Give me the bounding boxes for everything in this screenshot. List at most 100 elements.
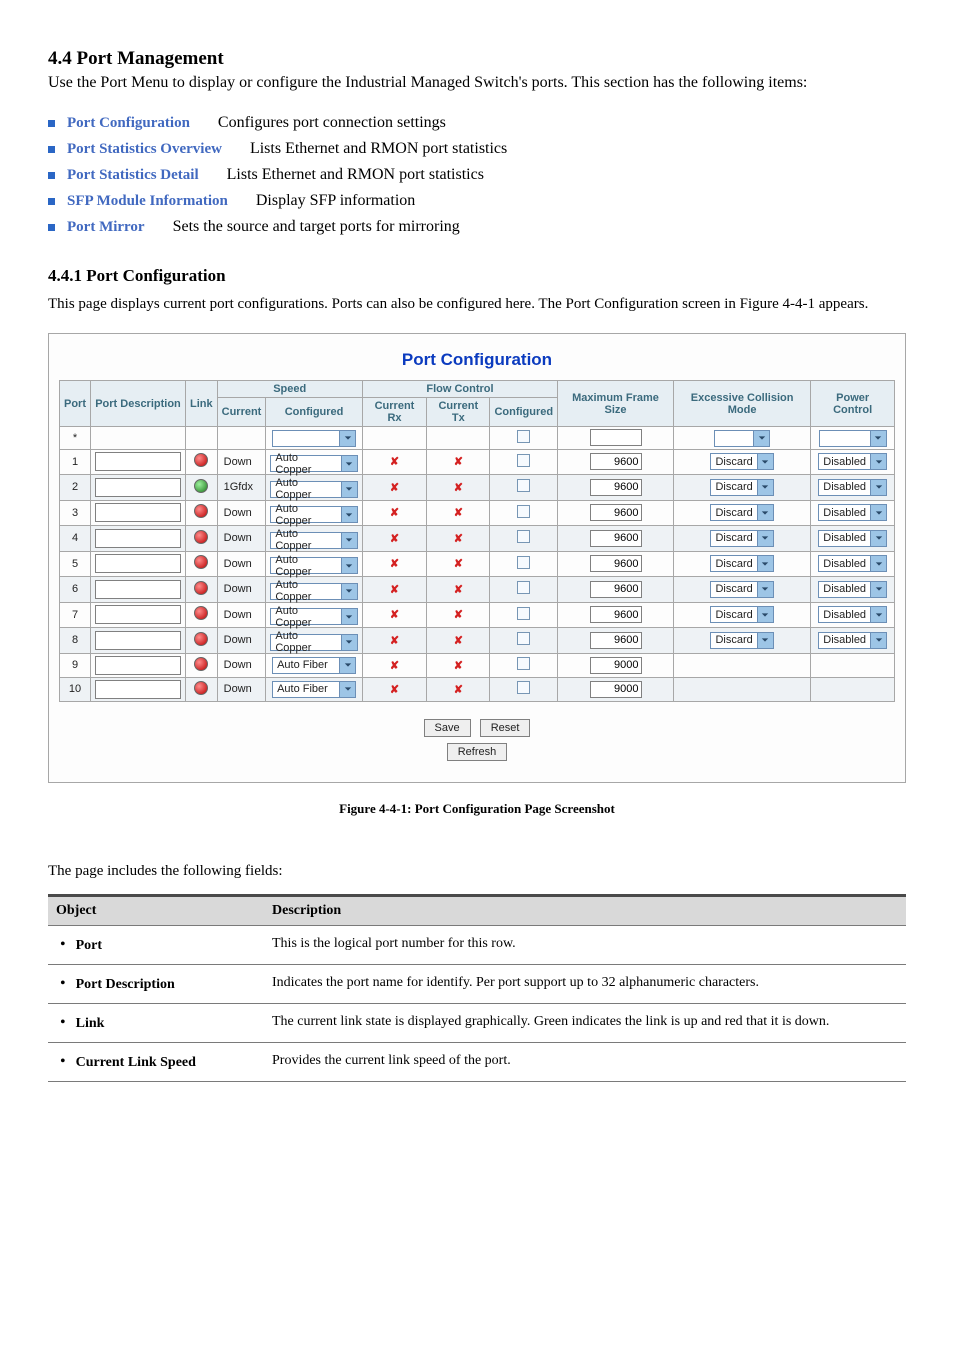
x-icon: ✘: [454, 584, 463, 596]
port-desc-input[interactable]: [95, 503, 181, 522]
select[interactable]: Disabled: [818, 555, 887, 572]
link-status-icon: [194, 632, 208, 646]
chevron-down-icon: [341, 506, 358, 523]
curr-speed: Down: [217, 526, 266, 552]
th-flow: Flow Control: [362, 381, 557, 398]
frame-size-input[interactable]: [590, 453, 642, 470]
checkbox[interactable]: [517, 657, 530, 670]
select[interactable]: Auto Copper: [270, 608, 357, 625]
nav-link[interactable]: Port Statistics Detail: [67, 167, 199, 184]
link-status-icon: [194, 681, 208, 695]
table-row: 7 Down Auto Copper ✘ ✘ Discard Disabled: [60, 602, 895, 628]
bullet-icon: [48, 120, 55, 127]
chevron-down-icon: [341, 557, 358, 574]
checkbox[interactable]: [517, 632, 530, 645]
reset-button[interactable]: Reset: [480, 719, 531, 737]
checkbox[interactable]: [517, 430, 530, 443]
chevron-down-icon: [339, 430, 356, 447]
frame-size-input[interactable]: [590, 606, 642, 623]
frame-size-input[interactable]: [590, 632, 642, 649]
checkbox[interactable]: [517, 479, 530, 492]
chevron-down-icon: [757, 555, 774, 572]
port-desc-input[interactable]: [95, 631, 181, 650]
port-desc-input[interactable]: [95, 478, 181, 497]
port-cell: 1: [60, 449, 91, 475]
object-desc: The current link state is displayed grap…: [264, 1003, 906, 1042]
select[interactable]: Auto Fiber: [272, 681, 356, 698]
port-desc-input[interactable]: [95, 605, 181, 624]
checkbox[interactable]: [517, 607, 530, 620]
select[interactable]: Discard: [710, 632, 773, 649]
select[interactable]: Disabled: [818, 581, 887, 598]
frame-size-input[interactable]: [590, 530, 642, 547]
port-desc-input[interactable]: [95, 680, 181, 699]
select[interactable]: Disabled: [818, 530, 887, 547]
port-cell: 3: [60, 500, 91, 526]
select[interactable]: Disabled: [818, 453, 887, 470]
select[interactable]: Disabled: [818, 606, 887, 623]
x-icon: ✘: [390, 609, 399, 621]
checkbox[interactable]: [517, 530, 530, 543]
th-object: Object: [48, 895, 264, 925]
select[interactable]: [272, 430, 356, 447]
select[interactable]: Disabled: [818, 504, 887, 521]
frame-size-input[interactable]: [590, 555, 642, 572]
select[interactable]: Discard: [710, 479, 773, 496]
frame-size-input[interactable]: [590, 479, 642, 496]
select[interactable]: Auto Copper: [270, 583, 357, 600]
link-status-icon: [194, 581, 208, 595]
frame-size-input[interactable]: [590, 504, 642, 521]
select[interactable]: Auto Copper: [270, 634, 357, 651]
select[interactable]: Disabled: [818, 479, 887, 496]
frame-size-input[interactable]: [590, 657, 642, 674]
select[interactable]: Auto Copper: [270, 557, 357, 574]
nav-link[interactable]: Port Statistics Overview: [67, 141, 222, 158]
port-desc-input[interactable]: [95, 452, 181, 471]
refresh-button[interactable]: Refresh: [447, 743, 508, 761]
select[interactable]: Auto Copper: [270, 481, 357, 498]
select[interactable]: Discard: [710, 606, 773, 623]
curr-speed: Down: [217, 500, 266, 526]
chevron-down-icon: [341, 608, 358, 625]
checkbox[interactable]: [517, 581, 530, 594]
nav-link[interactable]: SFP Module Information: [67, 193, 228, 210]
nav-link[interactable]: Port Mirror: [67, 219, 145, 236]
table-row: 2 1Gfdx Auto Copper ✘ ✘ Discard Disabled: [60, 475, 895, 501]
port-desc-input[interactable]: [95, 529, 181, 548]
x-icon: ✘: [454, 684, 463, 696]
link-status-icon: [194, 504, 208, 518]
select[interactable]: Discard: [710, 581, 773, 598]
nav-link-desc: Display SFP information: [256, 192, 906, 210]
nav-link[interactable]: Port Configuration: [67, 115, 190, 132]
port-cell: 7: [60, 602, 91, 628]
checkbox[interactable]: [517, 454, 530, 467]
chevron-down-icon: [870, 453, 887, 470]
select[interactable]: Discard: [710, 504, 773, 521]
chevron-down-icon: [757, 606, 774, 623]
checkbox[interactable]: [517, 556, 530, 569]
select[interactable]: Discard: [710, 453, 773, 470]
x-icon: ✘: [390, 660, 399, 672]
checkbox[interactable]: [517, 505, 530, 518]
select[interactable]: Auto Copper: [270, 455, 357, 472]
select[interactable]: Disabled: [818, 632, 887, 649]
port-desc-input[interactable]: [95, 580, 181, 599]
select[interactable]: [819, 430, 887, 447]
select[interactable]: Auto Copper: [270, 532, 357, 549]
chevron-down-icon: [757, 581, 774, 598]
save-button[interactable]: Save: [424, 719, 471, 737]
nav-link-desc: Lists Ethernet and RMON port statistics: [250, 140, 906, 158]
select[interactable]: Discard: [710, 555, 773, 572]
checkbox[interactable]: [517, 681, 530, 694]
frame-size-input[interactable]: [590, 681, 642, 698]
select[interactable]: Auto Fiber: [272, 657, 356, 674]
select[interactable]: Auto Copper: [270, 506, 357, 523]
frame-size-input[interactable]: [590, 429, 642, 446]
select[interactable]: Discard: [710, 530, 773, 547]
frame-size-input[interactable]: [590, 581, 642, 598]
object-desc: Provides the current link speed of the p…: [264, 1042, 906, 1081]
port-desc-input[interactable]: [95, 656, 181, 675]
nav-link-item: Port Statistics Detail Lists Ethernet an…: [48, 166, 906, 184]
port-desc-input[interactable]: [95, 554, 181, 573]
select[interactable]: [714, 430, 770, 447]
